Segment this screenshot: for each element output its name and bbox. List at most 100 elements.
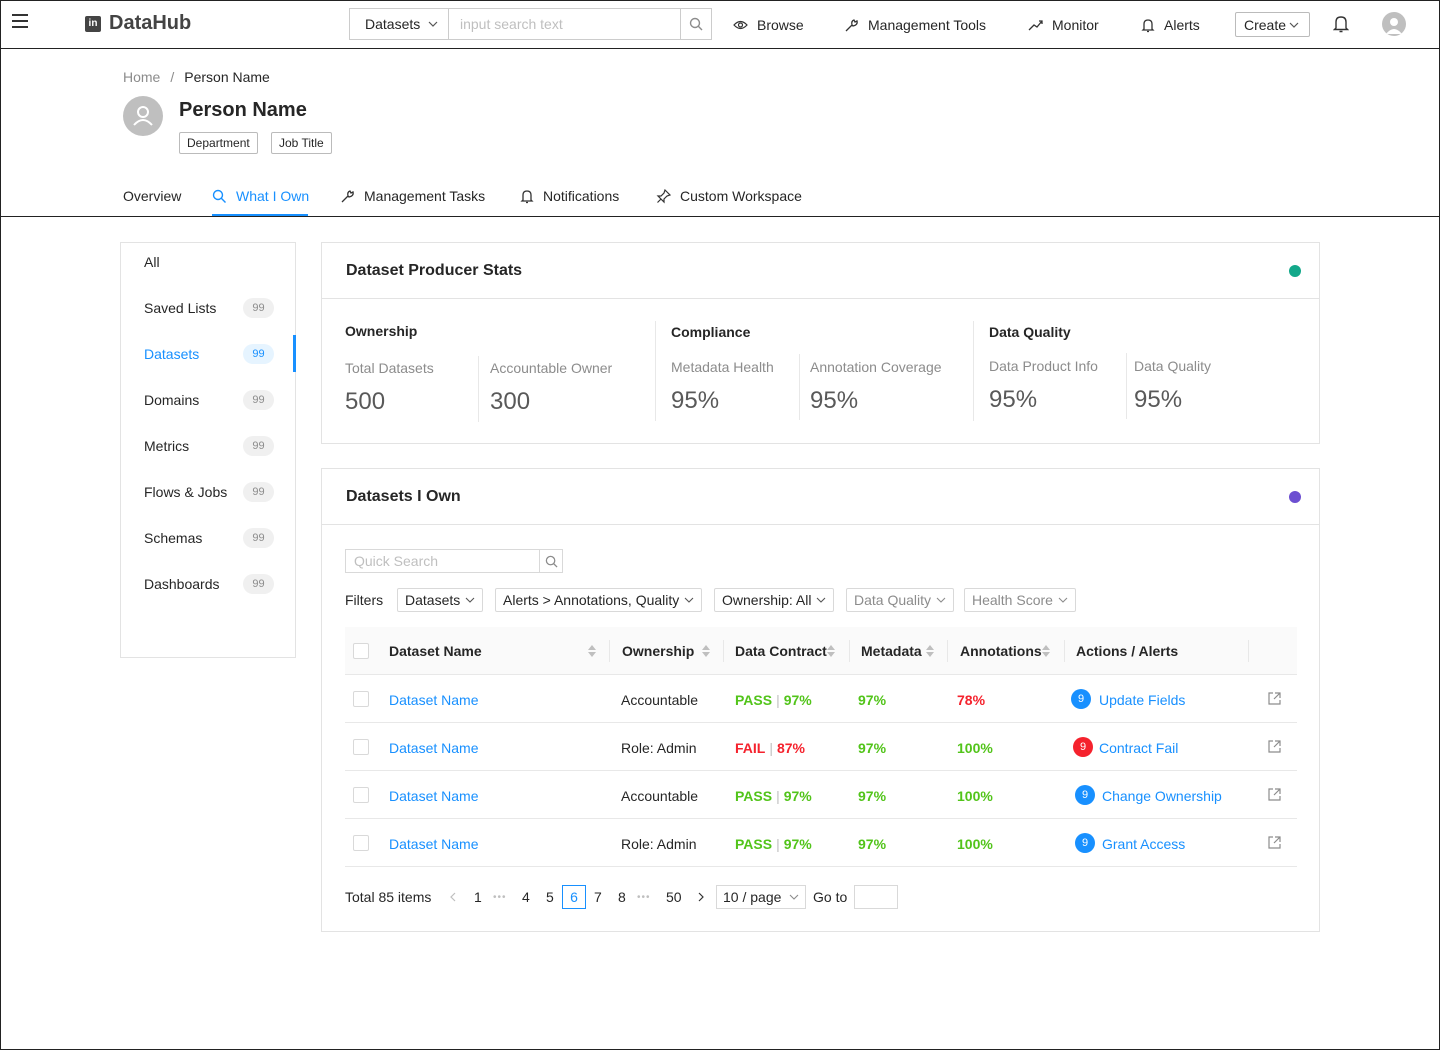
app-name: DataHub [109,12,192,34]
contract-value: PASS | 97% [735,836,812,852]
action-link[interactable]: Contract Fail [1099,740,1178,756]
sort-icon[interactable] [1042,644,1050,658]
contract-status: FAIL [735,740,766,756]
column-header-metadata[interactable]: Metadata [861,643,922,659]
search-input[interactable] [449,9,680,39]
active-tab-indicator [212,214,308,216]
sidebar-item-all[interactable]: All [144,254,274,270]
dataset-name-link[interactable]: Dataset Name [389,740,478,756]
nav-browse[interactable]: Browse [733,17,804,33]
filter-alerts[interactable]: Alerts > Annotations, Quality [495,588,703,612]
sidebar-item-datasets[interactable]: Datasets 99 [144,344,274,364]
sort-icon[interactable] [702,644,710,658]
filter-health-score[interactable]: Health Score [964,588,1076,612]
table-row: Dataset Name Role: Admin PASS | 97% 97% 10… [345,819,1297,867]
quick-search-input[interactable] [346,550,539,572]
status-dot [1289,490,1301,503]
page-50[interactable]: 50 [666,885,682,909]
sidebar-item-label: Dashboards [144,576,220,592]
column-header-contract[interactable]: Data Contract [735,643,827,659]
sidebar-item-saved-lists[interactable]: Saved Lists 99 [144,298,274,318]
breadcrumb: Home / Person Name [123,69,270,85]
row-checkbox[interactable] [353,787,369,803]
metadata-value: 97% [858,692,887,708]
page-6[interactable]: 6 [562,885,586,909]
tab-overview[interactable]: Overview [123,188,181,204]
tab-what-i-own[interactable]: What I Own [212,188,309,204]
page-size-select[interactable]: 10 / page [716,885,806,909]
chevron-down-icon [936,597,946,603]
chevron-down-icon [789,894,799,900]
sort-icon[interactable] [588,644,596,658]
count-badge: 99 [243,482,274,502]
sidebar-item-flows-jobs[interactable]: Flows & Jobs 99 [144,482,274,502]
tab-custom-workspace[interactable]: Custom Workspace [656,188,802,204]
search-type-select[interactable]: Datasets [350,9,449,39]
alert-count-badge: 9 [1073,737,1093,757]
column-header-ownership[interactable]: Ownership [622,643,694,659]
separator: | [776,692,780,708]
column-header-name[interactable]: Dataset Name [389,643,482,659]
search-icon [212,189,226,203]
logo[interactable]: in DataHub [85,12,191,35]
filter-data-quality[interactable]: Data Quality [846,588,955,612]
create-button[interactable]: Create [1235,12,1310,37]
column-divider [947,640,948,662]
row-checkbox[interactable] [353,835,369,851]
sidebar-item-schemas[interactable]: Schemas 99 [144,528,274,548]
dataset-name-link[interactable]: Dataset Name [389,692,478,708]
divider [655,321,656,421]
quick-search [345,549,563,573]
row-checkbox[interactable] [353,739,369,755]
filter-ownership[interactable]: Ownership: All [714,588,835,612]
nav-management-tools[interactable]: Management Tools [844,17,986,33]
total-items: Total 85 items [345,889,432,905]
stats-card-title: Dataset Producer Stats [346,261,523,279]
user-avatar[interactable] [1382,12,1406,36]
stat-value: 300 [490,388,531,415]
sort-icon[interactable] [827,644,835,658]
menu-icon[interactable] [12,14,28,30]
action-link[interactable]: Change Ownership [1102,788,1222,804]
external-link-icon[interactable] [1268,788,1281,801]
page-1[interactable]: 1 [474,885,482,909]
sidebar-item-metrics[interactable]: Metrics 99 [144,436,274,456]
search-button[interactable] [680,9,711,39]
sort-icon[interactable] [926,644,934,658]
annotations-value: 100% [957,836,993,852]
sidebar-item-domains[interactable]: Domains 99 [144,390,274,410]
action-link[interactable]: Grant Access [1102,836,1185,852]
next-page-icon[interactable] [697,885,705,909]
select-all-checkbox[interactable] [353,643,369,659]
annotations-value: 100% [957,788,993,804]
page-7[interactable]: 7 [594,885,602,909]
jump-next[interactable]: ••• [637,885,651,909]
nav-monitor[interactable]: Monitor [1028,17,1099,33]
nav-monitor-label: Monitor [1052,17,1099,33]
row-checkbox[interactable] [353,691,369,707]
stat-value: 95% [810,387,859,414]
notifications-bell-icon[interactable] [1332,15,1350,36]
nav-alerts[interactable]: Alerts [1141,17,1200,33]
datasets-table: Dataset Name Ownership Data Contract Met… [345,627,1297,867]
prev-page-icon[interactable] [449,885,457,909]
sidebar-item-dashboards[interactable]: Dashboards 99 [144,574,274,594]
external-link-icon[interactable] [1268,692,1281,705]
external-link-icon[interactable] [1268,740,1281,753]
tab-management-tasks[interactable]: Management Tasks [340,188,485,204]
breadcrumb-home[interactable]: Home [123,69,160,85]
filter-type[interactable]: Datasets [397,588,484,612]
page-4[interactable]: 4 [522,885,530,909]
dataset-name-link[interactable]: Dataset Name [389,788,478,804]
tab-notifications[interactable]: Notifications [520,188,619,204]
action-link[interactable]: Update Fields [1099,692,1185,708]
page-5[interactable]: 5 [546,885,554,909]
dataset-name-link[interactable]: Dataset Name [389,836,478,852]
external-link-icon[interactable] [1268,836,1281,849]
wrench-icon [341,189,354,202]
goto-input[interactable] [854,885,898,909]
jump-prev[interactable]: ••• [493,885,507,909]
quick-search-button[interactable] [539,550,562,572]
column-header-annotations[interactable]: Annotations [960,643,1042,659]
page-8[interactable]: 8 [618,885,626,909]
